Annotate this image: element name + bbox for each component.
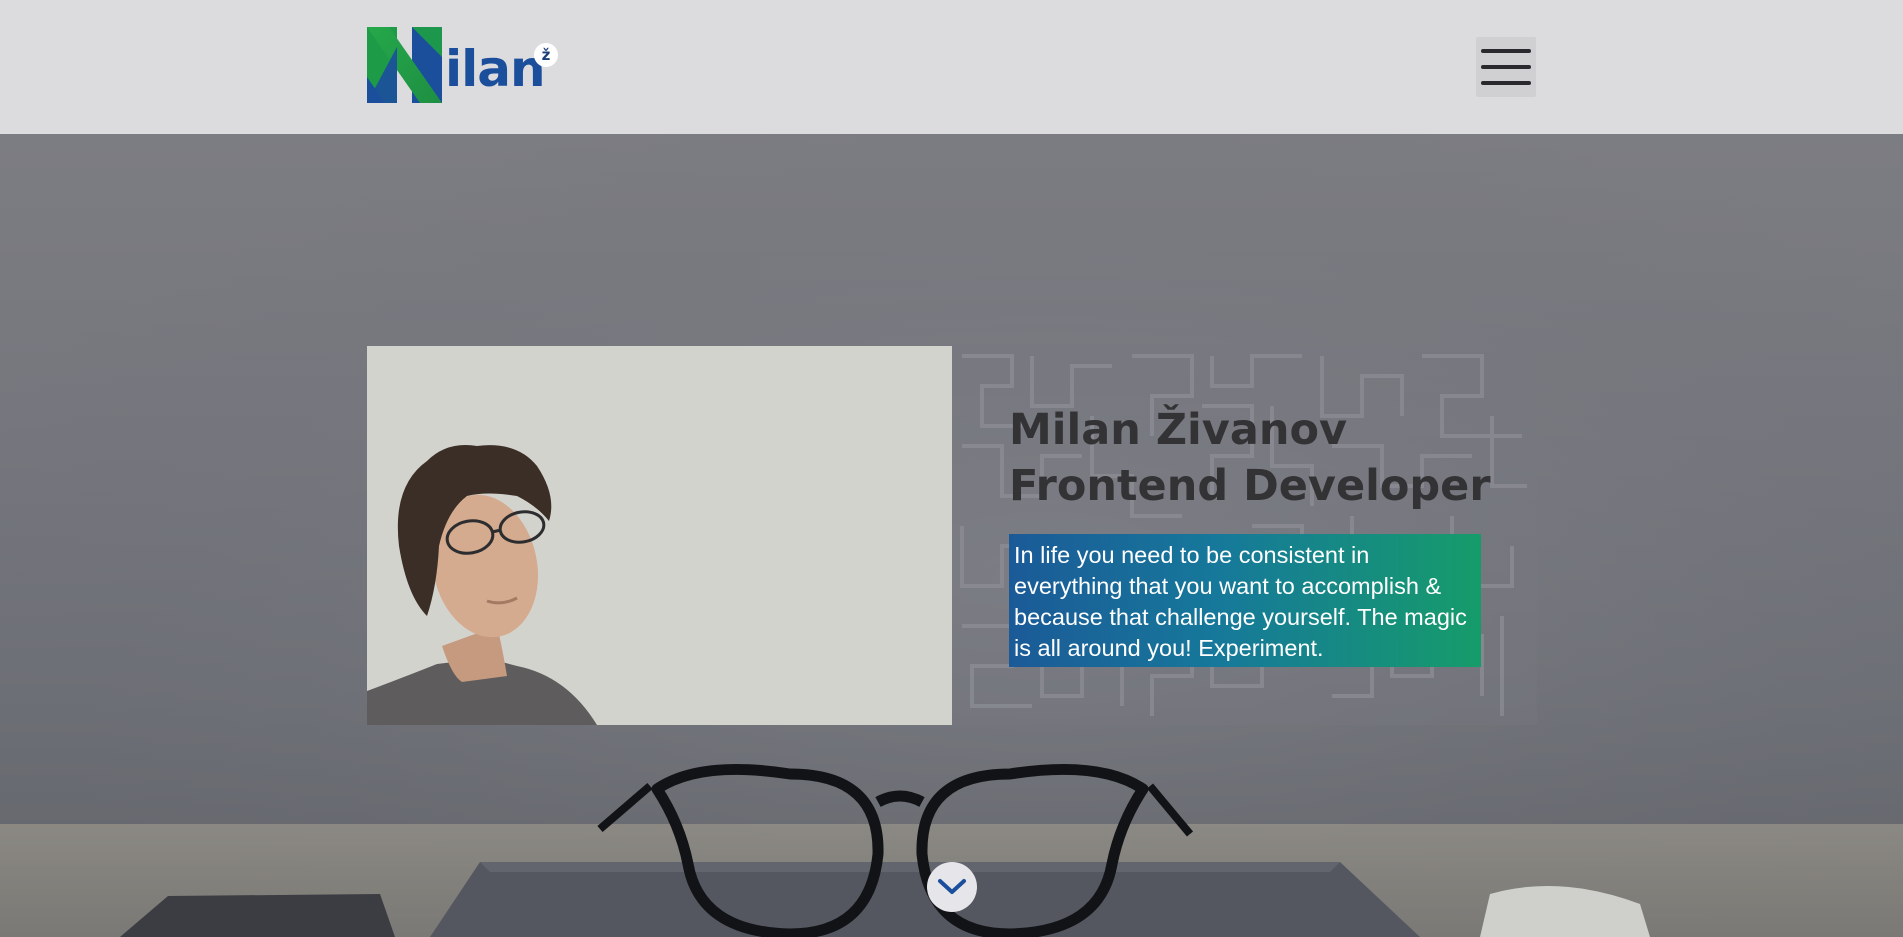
logo-m-icon xyxy=(367,27,442,103)
hero-role: Frontend Developer xyxy=(1009,461,1491,511)
profile-photo-image xyxy=(367,346,952,725)
logo-badge: ž xyxy=(534,43,558,67)
hamburger-icon xyxy=(1481,49,1531,85)
site-logo[interactable]: ilan ž xyxy=(367,27,562,104)
chevron-down-icon xyxy=(938,879,966,894)
menu-button[interactable] xyxy=(1476,37,1536,97)
scroll-down-button[interactable] xyxy=(927,862,977,912)
logo-text: ilan xyxy=(445,40,546,98)
hero-name: Milan Živanov xyxy=(1009,405,1348,455)
profile-photo xyxy=(367,346,952,725)
hero-section: Milan Živanov Frontend Developer In life… xyxy=(0,134,1903,937)
site-header: ilan ž xyxy=(0,0,1903,134)
hero-quote: In life you need to be consistent in eve… xyxy=(1009,534,1481,667)
hero-title: Milan Živanov Frontend Developer xyxy=(1009,402,1529,514)
